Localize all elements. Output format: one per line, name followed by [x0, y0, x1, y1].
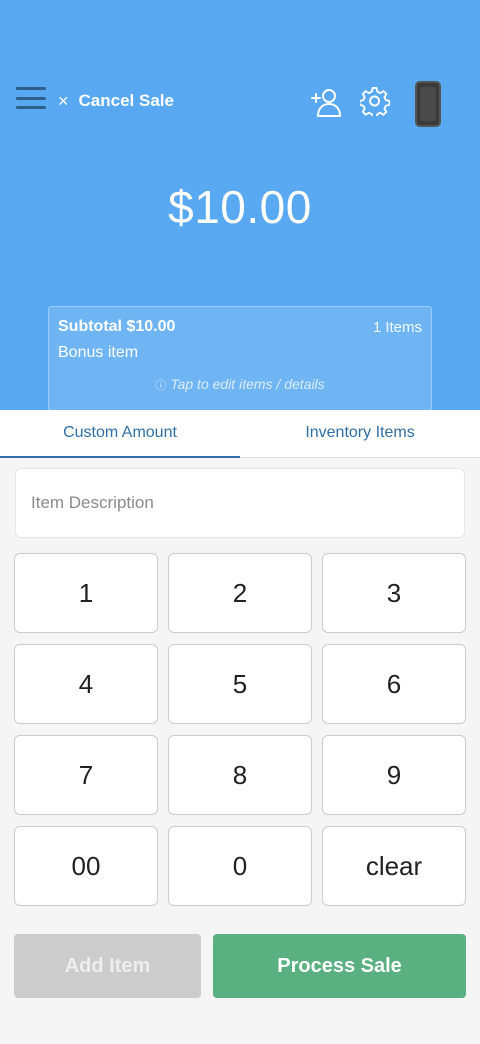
- close-icon: ×: [58, 90, 69, 111]
- card-reader-device-icon[interactable]: [415, 81, 441, 127]
- key-6[interactable]: 6: [322, 644, 466, 724]
- tab-bar: Custom Amount Inventory Items: [0, 410, 480, 458]
- cancel-sale-label: Cancel Sale: [78, 91, 174, 110]
- key-8[interactable]: 8: [168, 735, 312, 815]
- tab-inventory-items[interactable]: Inventory Items: [240, 410, 480, 458]
- item-description-input[interactable]: [15, 468, 465, 538]
- sale-summary-card[interactable]: Subtotal $10.00 1 Items Bonus item ⓘ Tap …: [48, 306, 432, 416]
- key-1[interactable]: 1: [14, 553, 158, 633]
- process-sale-button[interactable]: Process Sale: [213, 934, 466, 998]
- info-icon: ⓘ: [155, 380, 167, 392]
- key-2[interactable]: 2: [168, 553, 312, 633]
- edit-hint: ⓘ Tap to edit items / details: [49, 376, 431, 393]
- tab-custom-amount[interactable]: Custom Amount: [0, 410, 240, 458]
- add-item-button[interactable]: Add Item: [14, 934, 201, 998]
- key-0[interactable]: 0: [168, 826, 312, 906]
- edit-hint-text: Tap to edit items / details: [170, 376, 325, 392]
- line-item: Bonus item: [58, 344, 139, 361]
- cancel-sale-button[interactable]: × Cancel Sale: [58, 88, 174, 114]
- sale-amount: $10.00: [168, 181, 312, 233]
- key-7[interactable]: 7: [14, 735, 158, 815]
- sale-header: × Cancel Sale $10.00 Subtotal $10.00 1 I…: [0, 0, 480, 416]
- gear-icon[interactable]: [360, 86, 390, 116]
- subtotal: Subtotal $10.00: [58, 318, 176, 335]
- key-4[interactable]: 4: [14, 644, 158, 724]
- menu-icon[interactable]: [16, 87, 46, 109]
- key-3[interactable]: 3: [322, 553, 466, 633]
- key-00[interactable]: 00: [14, 826, 158, 906]
- add-customer-icon[interactable]: [310, 86, 342, 118]
- key-9[interactable]: 9: [322, 735, 466, 815]
- key-5[interactable]: 5: [168, 644, 312, 724]
- top-bar: × Cancel Sale: [0, 78, 480, 128]
- key-clear[interactable]: clear: [322, 826, 466, 906]
- item-count: 1 Items: [372, 319, 422, 336]
